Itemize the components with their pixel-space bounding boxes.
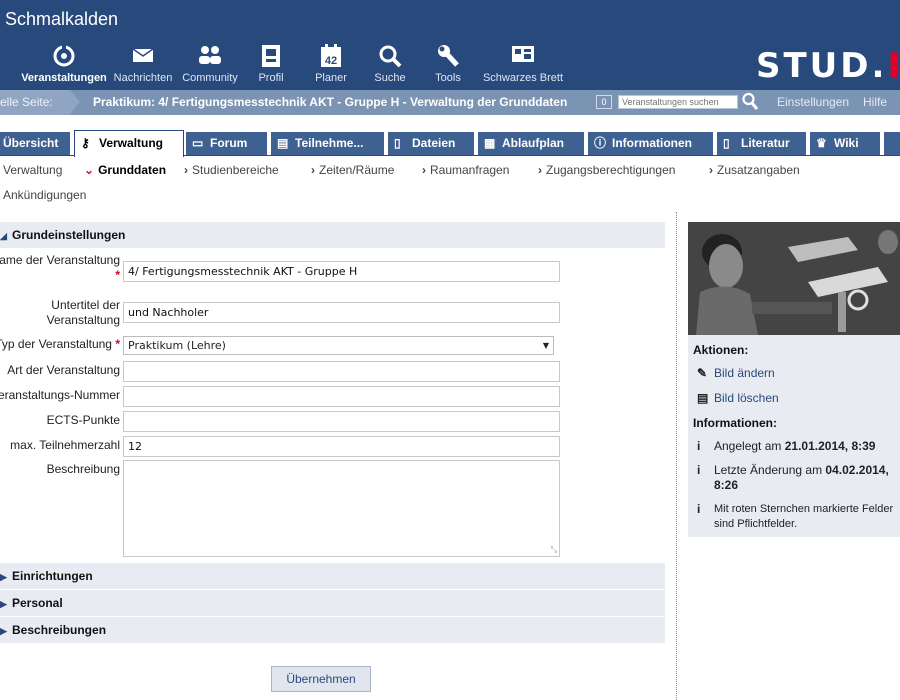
info-icon: i: [697, 463, 701, 477]
subnav-announcements[interactable]: Ankündigungen: [3, 188, 86, 202]
planner-day-text: 42: [325, 55, 337, 67]
nav-profile[interactable]: Profil: [252, 44, 290, 88]
tab-literature[interactable]: ▯ Literatur: [717, 132, 806, 155]
tab-information[interactable]: ⓘ Informationen: [588, 132, 713, 155]
max-participants-field[interactable]: 12: [123, 436, 560, 457]
apply-button[interactable]: Übernehmen: [271, 666, 371, 692]
info-icon: i: [697, 439, 701, 453]
subtitle-label: Untertitel der Veranstaltung: [46, 298, 120, 327]
nav-planner[interactable]: 42 Planer: [310, 44, 352, 88]
edit-icon: ✎: [697, 366, 708, 380]
subnav-study-areas[interactable]: › Studienbereiche: [184, 163, 279, 177]
community-icon: [179, 44, 241, 72]
kind-label: Art der Veranstaltung: [7, 363, 120, 377]
description-textarea[interactable]: ⤡: [123, 460, 560, 557]
course-subtitle-field[interactable]: und Nachholer: [123, 302, 560, 323]
forum-icon: ▭: [192, 136, 204, 150]
search-icon: [370, 44, 410, 72]
nav-courses[interactable]: Veranstaltungen: [20, 44, 108, 88]
tab-more[interactable]: [884, 132, 900, 155]
subnav-access[interactable]: › Zugangsberechtigungen: [538, 163, 675, 177]
top-bar: Schmalkalden Veranstaltungen Nachrichten…: [0, 0, 900, 90]
tab-admin[interactable]: ⚷ Verwaltung: [74, 130, 184, 157]
nav-tools[interactable]: Tools: [430, 44, 466, 88]
ects-label: ECTS-Punkte: [46, 413, 120, 427]
courses-icon: [20, 44, 108, 72]
info-icon: ⓘ: [594, 136, 607, 150]
chevron-right-icon: ›: [709, 163, 713, 177]
chevron-right-icon: ▶: [0, 599, 7, 609]
profile-icon: [252, 44, 290, 72]
name-label: Name der Veranstaltung *: [0, 253, 120, 282]
help-link[interactable]: Hilfe: [863, 90, 887, 115]
subnav-basic-data[interactable]: ⌄ Grunddaten: [84, 163, 166, 177]
calendar-icon: 42: [310, 44, 352, 72]
literature-icon: ▯: [723, 136, 730, 150]
tools-icon: [430, 44, 466, 72]
section-basic-settings[interactable]: ◢ Grundeinstellungen: [0, 222, 665, 249]
subnav-room-requests[interactable]: › Raumanfragen: [422, 163, 509, 177]
number-label: Veranstaltungs-Nummer: [0, 388, 120, 402]
site-title: Schmalkalden: [5, 9, 119, 29]
breadcrumb-label: elle Seite:: [0, 90, 80, 115]
subnav-admin[interactable]: Verwaltung: [3, 163, 62, 177]
files-icon: ▯: [394, 136, 401, 150]
course-tabs: Übersicht ⚷ Verwaltung ▭ Forum ▤ Teilnehme.…: [0, 130, 900, 157]
chevron-right-icon: ▶: [0, 626, 7, 636]
section-institutions[interactable]: ▶ Einrichtungen: [0, 563, 665, 590]
column-divider: [676, 212, 677, 700]
participants-icon: ▤: [277, 136, 289, 150]
section-staff[interactable]: ▶ Personal: [0, 590, 665, 617]
studip-logo: STUD.I: [756, 46, 900, 86]
tab-overview[interactable]: Übersicht: [0, 132, 70, 155]
course-name-field[interactable]: 4/ Fertigungsmesstechnik AKT - Gruppe H: [123, 261, 560, 282]
search-icon[interactable]: [742, 92, 759, 114]
chevron-right-icon: ›: [422, 163, 426, 177]
course-type-select[interactable]: Praktikum (Lehre) ▼: [123, 336, 554, 355]
nav-search[interactable]: Suche: [370, 44, 410, 88]
schedule-icon: ▦: [484, 136, 496, 150]
tab-schedule[interactable]: ▦ Ablaufplan: [478, 132, 584, 155]
ects-field[interactable]: [123, 411, 560, 432]
course-number-field[interactable]: [123, 386, 560, 407]
tab-files[interactable]: ▯ Dateien: [388, 132, 474, 155]
chevron-right-icon: ›: [311, 163, 315, 177]
dropdown-caret-icon: ▼: [542, 341, 549, 350]
breadcrumb: Praktikum: 4/ Fertigungsmesstechnik AKT …: [93, 95, 568, 109]
info-title: Informationen:: [693, 416, 777, 430]
course-search-input[interactable]: [618, 95, 738, 109]
nav-board[interactable]: Schwarzes Brett: [480, 44, 566, 88]
type-label: Typ der Veranstaltung *: [0, 337, 120, 351]
wiki-icon: ♛: [816, 136, 827, 150]
section-descriptions[interactable]: ▶ Beschreibungen: [0, 617, 665, 644]
chevron-right-icon: ›: [184, 163, 188, 177]
nav-messages[interactable]: Nachrichten: [110, 44, 176, 88]
course-kind-field[interactable]: [123, 361, 560, 382]
board-icon: [480, 44, 566, 72]
chevron-down-icon: ⌄: [84, 163, 95, 177]
breadcrumb-bar: elle Seite: Praktikum: 4/ Fertigungsmess…: [0, 90, 900, 115]
chevron-right-icon: ▶: [0, 572, 7, 582]
sidebar: Aktionen: ✎ Bild ändern ▤ Bild löschen I…: [688, 222, 900, 537]
mail-icon: [110, 44, 176, 72]
chevron-down-icon: ◢: [0, 231, 7, 241]
actions-title: Aktionen:: [693, 343, 749, 357]
resize-handle-icon[interactable]: ⤡: [551, 545, 557, 555]
trash-icon: ▤: [697, 391, 709, 405]
info-icon: i: [697, 502, 701, 516]
settings-link[interactable]: Einstellungen: [777, 90, 849, 115]
max-participants-label: max. Teilnehmerzahl: [10, 438, 120, 452]
admin-icon: ⚷: [81, 136, 90, 150]
description-label: Beschreibung: [46, 462, 120, 476]
course-image: [688, 222, 900, 335]
subnav-additional[interactable]: › Zusatzangaben: [709, 163, 800, 177]
nav-community[interactable]: Community: [179, 44, 241, 88]
tab-forum[interactable]: ▭ Forum: [186, 132, 267, 155]
search-count-badge: 0: [596, 95, 612, 109]
tab-wiki[interactable]: ♛ Wiki: [810, 132, 880, 155]
tab-participants[interactable]: ▤ Teilnehme...: [271, 132, 384, 155]
subnav-times-rooms[interactable]: › Zeiten/Räume: [311, 163, 394, 177]
chevron-right-icon: ›: [538, 163, 542, 177]
